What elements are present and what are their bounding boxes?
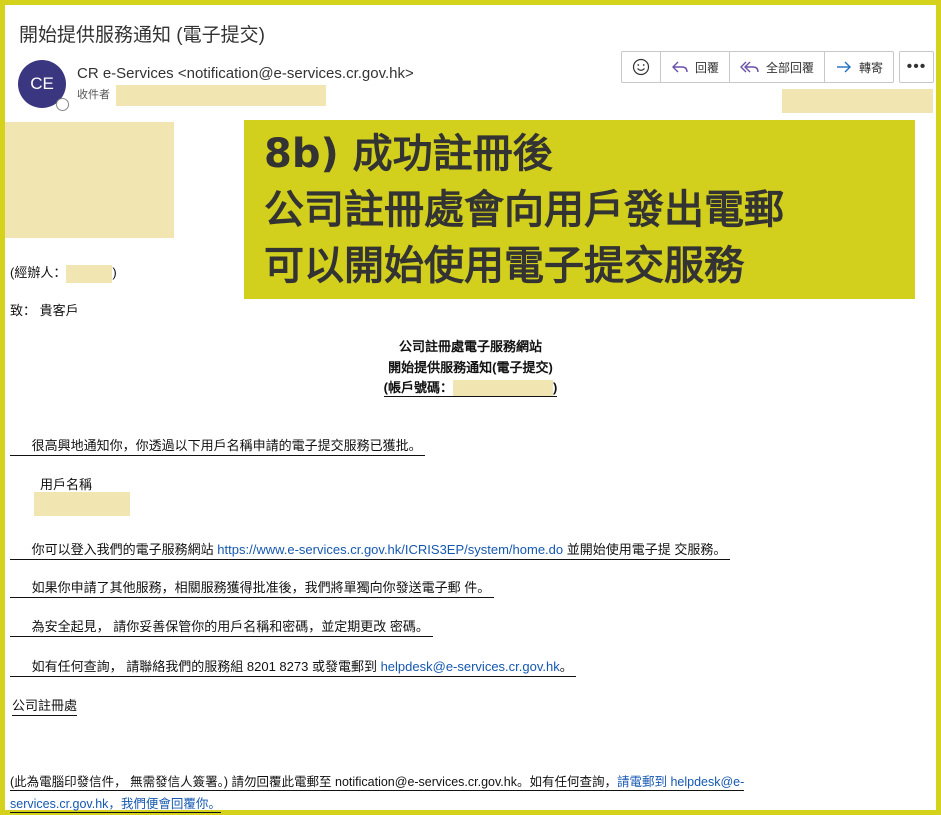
reply-all-button[interactable]: 全部回覆: [730, 52, 826, 82]
letterhead-redacted: [5, 122, 174, 238]
reply-icon: [672, 61, 688, 73]
toolbar-redacted: [782, 89, 933, 113]
forward-icon: [837, 61, 852, 73]
footer-line-1: (此為電腦印發信件， 無需發信人簽署。) 請勿回覆此電郵至 notificati…: [10, 775, 745, 791]
emoji-button[interactable]: [622, 52, 661, 82]
smiley-icon: [632, 58, 650, 76]
helpdesk-link[interactable]: helpdesk@e-services.cr.gov.hk: [381, 659, 560, 674]
forward-label: 轉寄: [859, 60, 884, 75]
forward-button[interactable]: 轉寄: [825, 52, 893, 82]
handler-redacted: [66, 264, 113, 283]
recipient-redacted: [116, 85, 326, 106]
handler-line: (經辦人：): [10, 262, 117, 283]
footer-helpdesk-link[interactable]: 請電郵到 helpdesk@e-: [616, 775, 745, 791]
notice-heading-2: 開始提供服務通知(電子提交): [388, 360, 553, 375]
banner-line-1: 8b) 成功註冊後: [264, 131, 553, 177]
paragraph-enquiry: 如有任何查詢， 請聯絡我們的服務組 8201 8273 或發電郵到 helpde…: [10, 656, 577, 677]
reply-all-icon: [740, 61, 759, 73]
paragraph-login: 你可以登入我們的電子服務網站 https://www.e-services.cr…: [10, 539, 730, 560]
signature: 公司註冊處: [12, 695, 78, 716]
reply-all-label: 全部回覆: [766, 60, 815, 75]
sender-address[interactable]: CR e-Services <notification@e-services.c…: [77, 65, 414, 82]
banner-line-3: 可以開始使用電子提交服務: [264, 243, 744, 289]
presence-icon: [56, 98, 69, 111]
sender-avatar[interactable]: CE: [18, 60, 69, 111]
avatar-initials: CE: [30, 74, 54, 93]
paragraph-approved: 很高興地通知你，你透過以下用戶名稱申請的電子提交服務已獲批。: [10, 435, 426, 456]
greeting: 致： 貴客戶: [10, 303, 79, 318]
footer-line-2: services.cr.gov.hk，我們便會回覆你。: [10, 797, 221, 813]
reply-label: 回覆: [695, 60, 720, 75]
username-redacted: [34, 492, 130, 516]
paragraph-security: 為安全起見， 請你妥善保管你的用戶名稱和密碼，並定期更改 密碼。: [10, 616, 433, 637]
annotation-banner: 8b) 成功註冊後 公司註冊處會向用戶發出電郵 可以開始使用電子提交服務: [244, 120, 915, 299]
recipient-label: 收件者: [77, 89, 110, 101]
paragraph-other-services: 如果你申請了其他服務，相關服務獲得批准後，我們將單獨向你發送電子郵 件。: [10, 577, 494, 598]
email-subject: 開始提供服務通知 (電子提交): [19, 25, 265, 46]
footer-helpdesk-link-cont[interactable]: services.cr.gov.hk: [10, 797, 109, 813]
banner-line-2: 公司註冊處會向用戶發出電郵: [264, 187, 784, 233]
message-toolbar: 回覆 全部回覆 轉寄: [621, 51, 895, 83]
eservices-link[interactable]: https://www.e-services.cr.gov.hk/ICRIS3E…: [217, 542, 563, 557]
reply-button[interactable]: 回覆: [661, 52, 731, 82]
notice-heading-3: (帳戶號碼：): [0, 377, 941, 398]
more-actions-button[interactable]: •••: [899, 51, 934, 83]
notice-heading-1: 公司註冊處電子服務網站: [398, 339, 542, 354]
account-redacted: [453, 380, 553, 398]
